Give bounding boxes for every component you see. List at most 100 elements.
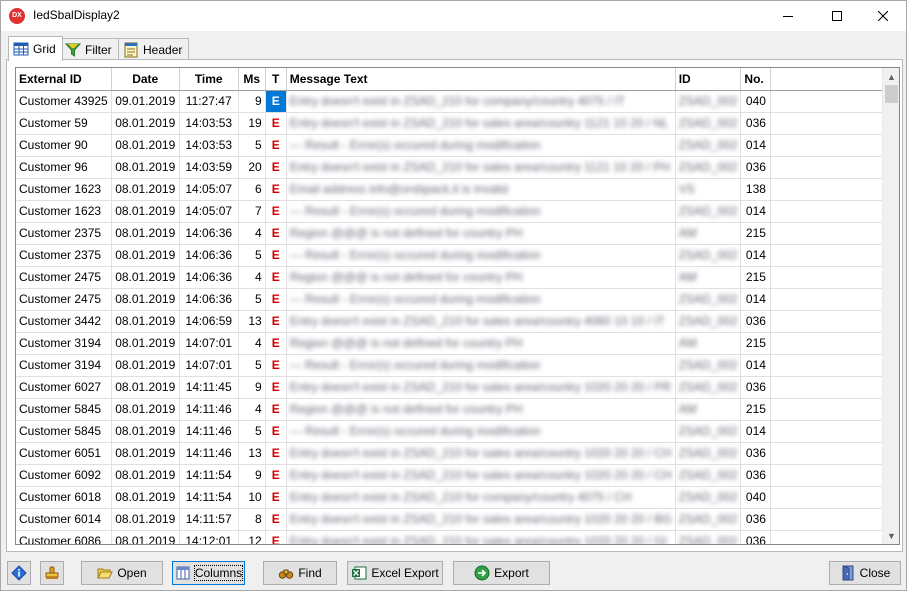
cell-type[interactable]: E — [265, 530, 287, 544]
table-row[interactable]: Customer 2475 08.01.2019 14:06:36 5 E --- Res… — [16, 288, 891, 311]
cell-message-text[interactable]: Entry doesn't exist in ZSAD_210 for sale… — [286, 508, 676, 531]
cell-ms[interactable]: 5 — [238, 244, 266, 267]
cell-id[interactable]: ZSAD_002 — [675, 90, 742, 113]
cell-type[interactable]: E — [265, 288, 287, 311]
cell-number[interactable]: 036 — [740, 310, 772, 333]
maximize-button[interactable] — [814, 1, 860, 31]
cell-message-text[interactable]: Entry doesn't exist in ZSAD_210 for sale… — [286, 442, 676, 465]
column-header-message-text[interactable]: Message Text — [286, 68, 676, 91]
cell-external-id[interactable]: Customer 2475 — [16, 288, 112, 311]
tab-grid[interactable]: Grid — [8, 36, 63, 61]
table-row[interactable]: Customer 5845 08.01.2019 14:11:46 5 E --- Res… — [16, 420, 891, 443]
cell-external-id[interactable]: Customer 2475 — [16, 266, 112, 289]
cell-message-text[interactable]: Region @@@ is not defined for country PH — [286, 266, 676, 289]
cell-date[interactable]: 09.01.2019 — [111, 90, 180, 113]
cell-external-id[interactable]: Customer 43925 — [16, 90, 112, 113]
cell-type[interactable]: E — [265, 464, 287, 487]
cell-type[interactable]: E — [265, 134, 287, 157]
cell-time[interactable]: 14:06:36 — [179, 222, 239, 245]
cell-external-id[interactable]: Customer 90 — [16, 134, 112, 157]
columns-button[interactable]: Columns — [172, 561, 245, 585]
cell-external-id[interactable]: Customer 3194 — [16, 354, 112, 377]
cell-id[interactable]: ZSAD_002 — [675, 420, 742, 443]
cell-time[interactable]: 14:11:46 — [179, 442, 239, 465]
table-row[interactable]: Customer 59 08.01.2019 14:03:53 19 E Entry do… — [16, 112, 891, 135]
table-row[interactable]: Customer 6051 08.01.2019 14:11:46 13 E Entry … — [16, 442, 891, 465]
cell-message-text[interactable]: Region @@@ is not defined for country PH — [286, 332, 676, 355]
table-row[interactable]: Customer 1623 08.01.2019 14:05:07 6 E Email a… — [16, 178, 891, 201]
cell-time[interactable]: 11:27:47 — [179, 90, 239, 113]
cell-id[interactable]: AM — [675, 398, 742, 421]
cell-external-id[interactable]: Customer 1623 — [16, 200, 112, 223]
tab-filter[interactable]: Filter — [60, 38, 119, 60]
cell-type[interactable]: E — [265, 156, 287, 179]
tab-header[interactable]: Header — [118, 38, 190, 60]
export-button[interactable]: Export — [453, 561, 550, 585]
cell-ms[interactable]: 7 — [238, 200, 266, 223]
cell-id[interactable]: ZSAD_002 — [675, 530, 742, 544]
cell-date[interactable]: 08.01.2019 — [111, 486, 180, 509]
cell-type[interactable]: E — [265, 442, 287, 465]
cell-type[interactable]: E — [265, 200, 287, 223]
cell-message-text[interactable]: Entry doesn't exist in ZSAD_210 for sale… — [286, 530, 676, 544]
table-row[interactable]: Customer 5845 08.01.2019 14:11:46 4 E Region … — [16, 398, 891, 421]
cell-time[interactable]: 14:11:46 — [179, 420, 239, 443]
cell-id[interactable]: ZSAD_002 — [675, 244, 742, 267]
cell-external-id[interactable]: Customer 3442 — [16, 310, 112, 333]
cell-date[interactable]: 08.01.2019 — [111, 398, 180, 421]
cell-ms[interactable]: 20 — [238, 156, 266, 179]
cell-number[interactable]: 215 — [740, 266, 772, 289]
cell-external-id[interactable]: Customer 6086 — [16, 530, 112, 544]
cell-time[interactable]: 14:03:53 — [179, 112, 239, 135]
cell-id[interactable]: ZSAD_002 — [675, 376, 742, 399]
column-header-time[interactable]: Time — [179, 68, 239, 91]
cell-number[interactable]: 036 — [740, 508, 772, 531]
table-row[interactable]: Customer 2475 08.01.2019 14:06:36 4 E Region … — [16, 266, 891, 289]
cell-time[interactable]: 14:06:59 — [179, 310, 239, 333]
cell-ms[interactable]: 13 — [238, 310, 266, 333]
cell-id[interactable]: ZSAD_002 — [675, 200, 742, 223]
cell-number[interactable]: 215 — [740, 332, 772, 355]
cell-external-id[interactable]: Customer 3194 — [16, 332, 112, 355]
cell-time[interactable]: 14:07:01 — [179, 332, 239, 355]
cell-id[interactable]: AM — [675, 332, 742, 355]
cell-number[interactable]: 036 — [740, 156, 772, 179]
cell-number[interactable]: 036 — [740, 530, 772, 544]
vertical-scrollbar[interactable]: ▲ ▼ — [882, 68, 899, 544]
cell-id[interactable]: AM — [675, 222, 742, 245]
cell-number[interactable]: 036 — [740, 464, 772, 487]
cell-date[interactable]: 08.01.2019 — [111, 156, 180, 179]
cell-external-id[interactable]: Customer 6014 — [16, 508, 112, 531]
scrollbar-thumb[interactable] — [885, 85, 898, 103]
cell-number[interactable]: 014 — [740, 354, 772, 377]
cell-external-id[interactable]: Customer 6018 — [16, 486, 112, 509]
cell-time[interactable]: 14:06:36 — [179, 266, 239, 289]
cell-id[interactable]: ZSAD_002 — [675, 112, 742, 135]
column-header-date[interactable]: Date — [111, 68, 180, 91]
table-row[interactable]: Customer 96 08.01.2019 14:03:59 20 E Entry do… — [16, 156, 891, 179]
cell-date[interactable]: 08.01.2019 — [111, 222, 180, 245]
cell-message-text[interactable]: Region @@@ is not defined for country PH — [286, 398, 676, 421]
cell-date[interactable]: 08.01.2019 — [111, 442, 180, 465]
cell-date[interactable]: 08.01.2019 — [111, 354, 180, 377]
cell-message-text[interactable]: Entry doesn't exist in ZSAD_210 for sale… — [286, 156, 676, 179]
cell-ms[interactable]: 5 — [238, 354, 266, 377]
cell-ms[interactable]: 6 — [238, 178, 266, 201]
table-row[interactable]: Customer 3442 08.01.2019 14:06:59 13 E Entry … — [16, 310, 891, 333]
scroll-up-arrow-icon[interactable]: ▲ — [883, 68, 899, 85]
cell-number[interactable]: 215 — [740, 222, 772, 245]
close-button[interactable]: Close — [829, 561, 901, 585]
cell-message-text[interactable]: Email address info@orsbpack.it is invali… — [286, 178, 676, 201]
table-row[interactable]: Customer 3194 08.01.2019 14:07:01 4 E Region … — [16, 332, 891, 355]
scroll-down-arrow-icon[interactable]: ▼ — [883, 527, 899, 544]
cell-time[interactable]: 14:11:45 — [179, 376, 239, 399]
cell-date[interactable]: 08.01.2019 — [111, 244, 180, 267]
cell-ms[interactable]: 5 — [238, 288, 266, 311]
cell-type[interactable]: E — [265, 420, 287, 443]
cell-date[interactable]: 08.01.2019 — [111, 530, 180, 544]
cell-type[interactable]: E — [265, 266, 287, 289]
cell-time[interactable]: 14:03:53 — [179, 134, 239, 157]
cell-number[interactable]: 014 — [740, 244, 772, 267]
cell-id[interactable]: ZSAD_002 — [675, 442, 742, 465]
cell-ms[interactable]: 5 — [238, 134, 266, 157]
